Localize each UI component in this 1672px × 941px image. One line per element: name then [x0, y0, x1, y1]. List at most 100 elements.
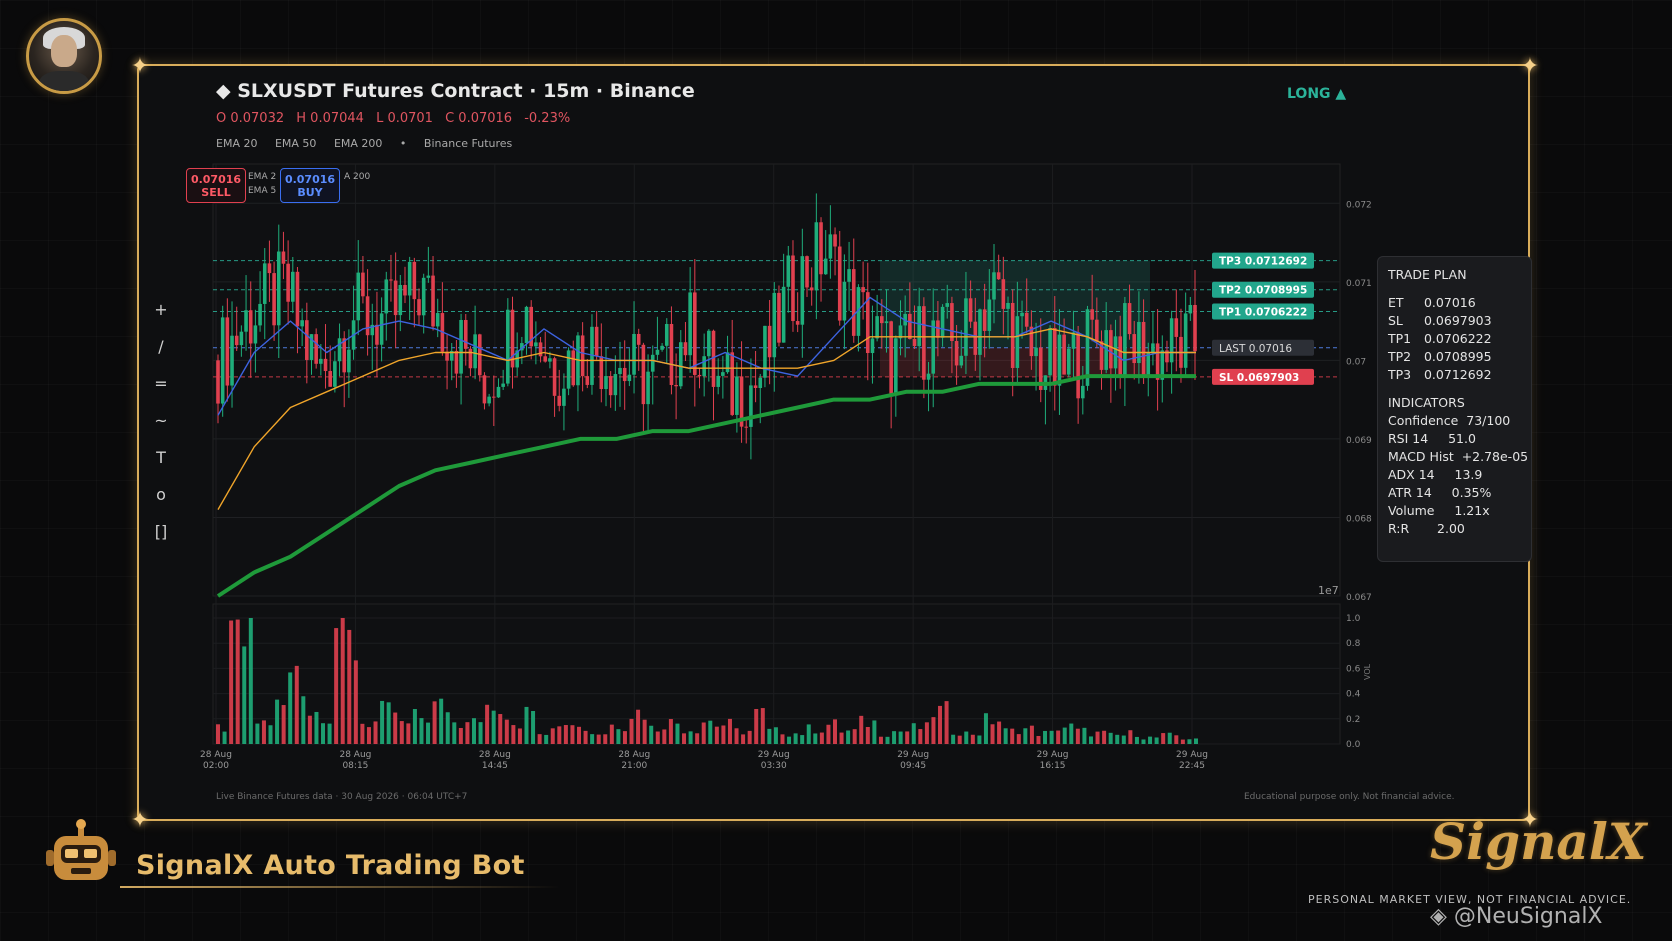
price-tick-label: 0.072: [1346, 200, 1372, 210]
candle-body: [936, 320, 940, 338]
volume-bar: [1148, 736, 1153, 744]
volume-bar: [964, 731, 969, 744]
candle-body: [295, 271, 300, 327]
candle-body: [823, 258, 828, 275]
candle-body: [375, 324, 379, 345]
volume-bar: [682, 733, 687, 744]
volume-bar: [452, 722, 457, 744]
volume-bar: [714, 726, 719, 744]
candle-body: [389, 279, 393, 281]
volume-tick-label: 0.6: [1346, 664, 1361, 674]
candle-body: [996, 272, 1001, 280]
volume-bar: [662, 729, 667, 744]
candle-body: [272, 273, 276, 326]
candle-body: [562, 388, 566, 406]
volume-bar: [1141, 739, 1146, 744]
volume-bar: [517, 728, 522, 744]
volume-bar: [1023, 728, 1028, 744]
volume-bar: [629, 718, 634, 744]
ind-rr: R:R 2.00: [1388, 521, 1465, 536]
volume-bar: [1062, 727, 1067, 744]
candle-body: [384, 279, 389, 314]
candle-body: [968, 298, 973, 322]
volume-bar: [353, 660, 358, 744]
candle-body: [1076, 332, 1080, 399]
candle-body: [954, 341, 959, 366]
bot-underline: [120, 886, 560, 888]
candle-body: [632, 333, 636, 375]
candle-body: [707, 330, 711, 357]
price-tick-label: 0.068: [1346, 514, 1372, 524]
volume-bar: [944, 701, 949, 744]
volume-bar: [747, 730, 752, 744]
volume-bar: [524, 706, 529, 744]
volume-bar: [570, 725, 575, 744]
candle-body: [879, 316, 884, 324]
candle-body: [636, 333, 641, 345]
candle-body: [426, 275, 431, 278]
tp3-badge-label: TP3 0.0712692: [1219, 256, 1307, 268]
candle-body: [1146, 352, 1151, 378]
volume-bar: [406, 723, 411, 744]
candle-body: [1188, 304, 1193, 314]
time-tick-time: 08:15: [342, 761, 368, 771]
candle-body: [931, 320, 936, 374]
candle-body: [814, 222, 819, 291]
volume-bar: [701, 722, 706, 744]
volume-bar: [321, 723, 326, 744]
candle-body: [786, 255, 791, 287]
candle-body: [379, 313, 384, 345]
candle-body: [669, 323, 674, 385]
volume-bar: [327, 723, 332, 744]
candle-body: [837, 246, 842, 321]
candle-body: [702, 356, 706, 377]
candle-body: [305, 320, 309, 360]
candle-body: [964, 298, 968, 356]
candle-body: [1001, 279, 1006, 309]
volume-bar: [1082, 727, 1087, 744]
candle-body: [1174, 318, 1179, 337]
candle-body: [889, 321, 893, 396]
price-tick-label: 0.07: [1346, 357, 1366, 367]
candle-body: [884, 321, 889, 324]
robot-logo-icon: [46, 819, 116, 880]
candle-body: [496, 386, 501, 398]
candle-body: [361, 272, 365, 297]
time-tick-date: 29 Aug: [897, 750, 929, 760]
candle-body: [1109, 330, 1113, 369]
volume-bar: [675, 723, 680, 744]
volume-bar: [307, 715, 312, 744]
volume-bar: [1115, 734, 1120, 744]
volume-bar: [859, 715, 864, 744]
plan-sl: SL 0.0697903: [1388, 313, 1492, 328]
candle-body: [337, 338, 342, 362]
volume-bar: [852, 729, 857, 744]
candle-body: [1090, 309, 1094, 320]
volume-bar: [275, 699, 280, 744]
price-tick-label: 0.067: [1346, 593, 1372, 603]
candle-body: [795, 321, 800, 325]
candle-body: [1020, 312, 1024, 317]
volume-bar: [1010, 728, 1015, 744]
candle-body: [992, 272, 996, 300]
candle-body: [314, 334, 318, 364]
sell-button[interactable]: 0.07016 SELL: [186, 168, 246, 203]
candle-body: [1052, 328, 1057, 386]
candle-body: [744, 426, 749, 428]
ind-rsi: RSI 14 51.0: [1388, 431, 1476, 446]
volume-bar: [655, 731, 660, 744]
time-tick-time: 21:00: [621, 761, 647, 771]
candle-body: [1006, 302, 1010, 309]
candle-body: [473, 334, 477, 369]
buy-button[interactable]: 0.07016 BUY: [280, 168, 340, 203]
time-tick-date: 28 Aug: [200, 750, 232, 760]
volume-bar: [918, 729, 923, 744]
candle-body: [333, 361, 337, 387]
plan-entry: ET 0.07016: [1388, 295, 1476, 310]
candle-body: [342, 338, 347, 373]
candle-body: [248, 310, 253, 344]
candle-body: [482, 375, 487, 404]
candle-body: [664, 323, 669, 346]
ind-macd: MACD Hist +2.78e-05: [1388, 449, 1529, 464]
volume-bar: [1102, 730, 1107, 744]
